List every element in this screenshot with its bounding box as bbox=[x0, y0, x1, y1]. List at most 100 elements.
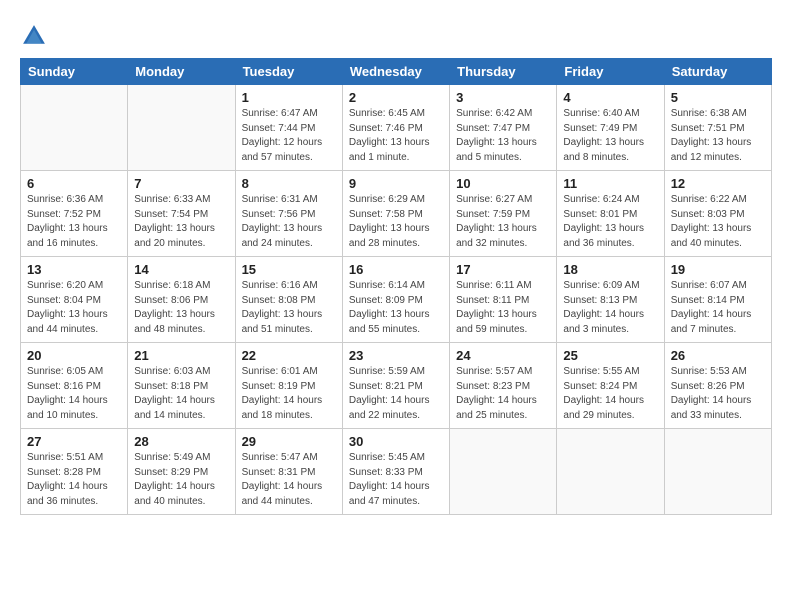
day-detail: Sunrise: 5:51 AM Sunset: 8:28 PM Dayligh… bbox=[27, 451, 121, 509]
calendar-cell: 20 Sunrise: 6:05 AM Sunset: 8:16 PM Dayli… bbox=[21, 343, 128, 429]
day-number: 9 bbox=[349, 176, 443, 191]
calendar-cell: 5 Sunrise: 6:38 AM Sunset: 7:51 PM Daylig… bbox=[664, 85, 771, 171]
weekday-row: SundayMondayTuesdayWednesdayThursdayFrid… bbox=[21, 59, 772, 85]
day-detail: Sunrise: 6:14 AM Sunset: 8:09 PM Dayligh… bbox=[349, 279, 443, 337]
day-number: 28 bbox=[134, 434, 228, 449]
day-number: 10 bbox=[456, 176, 550, 191]
day-number: 16 bbox=[349, 262, 443, 277]
calendar-cell: 19 Sunrise: 6:07 AM Sunset: 8:14 PM Dayli… bbox=[664, 257, 771, 343]
calendar-week-1: 1 Sunrise: 6:47 AM Sunset: 7:44 PM Daylig… bbox=[21, 85, 772, 171]
calendar-week-5: 27 Sunrise: 5:51 AM Sunset: 8:28 PM Dayli… bbox=[21, 429, 772, 515]
calendar-cell: 22 Sunrise: 6:01 AM Sunset: 8:19 PM Dayli… bbox=[235, 343, 342, 429]
calendar-cell: 16 Sunrise: 6:14 AM Sunset: 8:09 PM Dayli… bbox=[342, 257, 449, 343]
day-detail: Sunrise: 6:16 AM Sunset: 8:08 PM Dayligh… bbox=[242, 279, 336, 337]
day-number: 18 bbox=[563, 262, 657, 277]
calendar-week-3: 13 Sunrise: 6:20 AM Sunset: 8:04 PM Dayli… bbox=[21, 257, 772, 343]
calendar-cell bbox=[21, 85, 128, 171]
calendar-cell: 28 Sunrise: 5:49 AM Sunset: 8:29 PM Dayli… bbox=[128, 429, 235, 515]
day-detail: Sunrise: 6:01 AM Sunset: 8:19 PM Dayligh… bbox=[242, 365, 336, 423]
day-number: 17 bbox=[456, 262, 550, 277]
day-detail: Sunrise: 6:09 AM Sunset: 8:13 PM Dayligh… bbox=[563, 279, 657, 337]
calendar-cell: 7 Sunrise: 6:33 AM Sunset: 7:54 PM Daylig… bbox=[128, 171, 235, 257]
day-number: 8 bbox=[242, 176, 336, 191]
day-number: 19 bbox=[671, 262, 765, 277]
day-detail: Sunrise: 5:57 AM Sunset: 8:23 PM Dayligh… bbox=[456, 365, 550, 423]
calendar-cell: 15 Sunrise: 6:16 AM Sunset: 8:08 PM Dayli… bbox=[235, 257, 342, 343]
day-detail: Sunrise: 5:45 AM Sunset: 8:33 PM Dayligh… bbox=[349, 451, 443, 509]
calendar-cell bbox=[128, 85, 235, 171]
day-detail: Sunrise: 6:11 AM Sunset: 8:11 PM Dayligh… bbox=[456, 279, 550, 337]
calendar-week-4: 20 Sunrise: 6:05 AM Sunset: 8:16 PM Dayli… bbox=[21, 343, 772, 429]
calendar-cell: 4 Sunrise: 6:40 AM Sunset: 7:49 PM Daylig… bbox=[557, 85, 664, 171]
logo bbox=[20, 22, 52, 50]
day-detail: Sunrise: 6:20 AM Sunset: 8:04 PM Dayligh… bbox=[27, 279, 121, 337]
calendar-cell: 10 Sunrise: 6:27 AM Sunset: 7:59 PM Dayli… bbox=[450, 171, 557, 257]
day-detail: Sunrise: 5:49 AM Sunset: 8:29 PM Dayligh… bbox=[134, 451, 228, 509]
day-number: 1 bbox=[242, 90, 336, 105]
weekday-header-saturday: Saturday bbox=[664, 59, 771, 85]
day-number: 5 bbox=[671, 90, 765, 105]
day-detail: Sunrise: 6:29 AM Sunset: 7:58 PM Dayligh… bbox=[349, 193, 443, 251]
day-number: 15 bbox=[242, 262, 336, 277]
calendar-cell: 27 Sunrise: 5:51 AM Sunset: 8:28 PM Dayli… bbox=[21, 429, 128, 515]
weekday-header-tuesday: Tuesday bbox=[235, 59, 342, 85]
day-detail: Sunrise: 6:38 AM Sunset: 7:51 PM Dayligh… bbox=[671, 107, 765, 165]
day-detail: Sunrise: 5:59 AM Sunset: 8:21 PM Dayligh… bbox=[349, 365, 443, 423]
day-number: 22 bbox=[242, 348, 336, 363]
page: SundayMondayTuesdayWednesdayThursdayFrid… bbox=[0, 0, 792, 533]
calendar-cell bbox=[450, 429, 557, 515]
calendar-table: SundayMondayTuesdayWednesdayThursdayFrid… bbox=[20, 58, 772, 515]
calendar-cell: 25 Sunrise: 5:55 AM Sunset: 8:24 PM Dayli… bbox=[557, 343, 664, 429]
calendar-cell: 18 Sunrise: 6:09 AM Sunset: 8:13 PM Dayli… bbox=[557, 257, 664, 343]
day-number: 3 bbox=[456, 90, 550, 105]
day-number: 23 bbox=[349, 348, 443, 363]
calendar-cell: 11 Sunrise: 6:24 AM Sunset: 8:01 PM Dayli… bbox=[557, 171, 664, 257]
weekday-header-wednesday: Wednesday bbox=[342, 59, 449, 85]
calendar-cell bbox=[664, 429, 771, 515]
day-detail: Sunrise: 6:45 AM Sunset: 7:46 PM Dayligh… bbox=[349, 107, 443, 165]
calendar-cell: 2 Sunrise: 6:45 AM Sunset: 7:46 PM Daylig… bbox=[342, 85, 449, 171]
day-detail: Sunrise: 6:31 AM Sunset: 7:56 PM Dayligh… bbox=[242, 193, 336, 251]
calendar-cell: 29Sunrise: 5:47 AM Sunset: 8:31 PM Dayli… bbox=[235, 429, 342, 515]
day-number: 2 bbox=[349, 90, 443, 105]
day-number: 27 bbox=[27, 434, 121, 449]
calendar-body: 1 Sunrise: 6:47 AM Sunset: 7:44 PM Daylig… bbox=[21, 85, 772, 515]
weekday-header-sunday: Sunday bbox=[21, 59, 128, 85]
day-number: 4 bbox=[563, 90, 657, 105]
day-detail: Sunrise: 6:42 AM Sunset: 7:47 PM Dayligh… bbox=[456, 107, 550, 165]
day-number: 12 bbox=[671, 176, 765, 191]
calendar-header: SundayMondayTuesdayWednesdayThursdayFrid… bbox=[21, 59, 772, 85]
day-number: 21 bbox=[134, 348, 228, 363]
day-detail: Sunrise: 6:27 AM Sunset: 7:59 PM Dayligh… bbox=[456, 193, 550, 251]
calendar-cell bbox=[557, 429, 664, 515]
day-detail: Sunrise: 6:24 AM Sunset: 8:01 PM Dayligh… bbox=[563, 193, 657, 251]
day-number: 26 bbox=[671, 348, 765, 363]
weekday-header-thursday: Thursday bbox=[450, 59, 557, 85]
day-detail: Sunrise: 6:03 AM Sunset: 8:18 PM Dayligh… bbox=[134, 365, 228, 423]
calendar-cell: 12 Sunrise: 6:22 AM Sunset: 8:03 PM Dayli… bbox=[664, 171, 771, 257]
day-detail: Sunrise: 6:07 AM Sunset: 8:14 PM Dayligh… bbox=[671, 279, 765, 337]
calendar-cell: 6Sunrise: 6:36 AM Sunset: 7:52 PM Daylig… bbox=[21, 171, 128, 257]
day-number: 29 bbox=[242, 434, 336, 449]
day-detail: Sunrise: 5:55 AM Sunset: 8:24 PM Dayligh… bbox=[563, 365, 657, 423]
calendar-cell: 30Sunrise: 5:45 AM Sunset: 8:33 PM Dayli… bbox=[342, 429, 449, 515]
calendar-cell: 17 Sunrise: 6:11 AM Sunset: 8:11 PM Dayli… bbox=[450, 257, 557, 343]
calendar-cell: 23 Sunrise: 5:59 AM Sunset: 8:21 PM Dayli… bbox=[342, 343, 449, 429]
day-detail: Sunrise: 6:40 AM Sunset: 7:49 PM Dayligh… bbox=[563, 107, 657, 165]
day-detail: Sunrise: 6:47 AM Sunset: 7:44 PM Dayligh… bbox=[242, 107, 336, 165]
day-detail: Sunrise: 6:05 AM Sunset: 8:16 PM Dayligh… bbox=[27, 365, 121, 423]
day-detail: Sunrise: 5:53 AM Sunset: 8:26 PM Dayligh… bbox=[671, 365, 765, 423]
day-detail: Sunrise: 6:33 AM Sunset: 7:54 PM Dayligh… bbox=[134, 193, 228, 251]
day-number: 13 bbox=[27, 262, 121, 277]
day-number: 7 bbox=[134, 176, 228, 191]
weekday-header-monday: Monday bbox=[128, 59, 235, 85]
header bbox=[20, 18, 772, 50]
day-number: 14 bbox=[134, 262, 228, 277]
calendar-week-2: 6Sunrise: 6:36 AM Sunset: 7:52 PM Daylig… bbox=[21, 171, 772, 257]
calendar-cell: 21 Sunrise: 6:03 AM Sunset: 8:18 PM Dayli… bbox=[128, 343, 235, 429]
day-detail: Sunrise: 6:22 AM Sunset: 8:03 PM Dayligh… bbox=[671, 193, 765, 251]
day-number: 20 bbox=[27, 348, 121, 363]
day-number: 25 bbox=[563, 348, 657, 363]
day-number: 24 bbox=[456, 348, 550, 363]
day-number: 11 bbox=[563, 176, 657, 191]
